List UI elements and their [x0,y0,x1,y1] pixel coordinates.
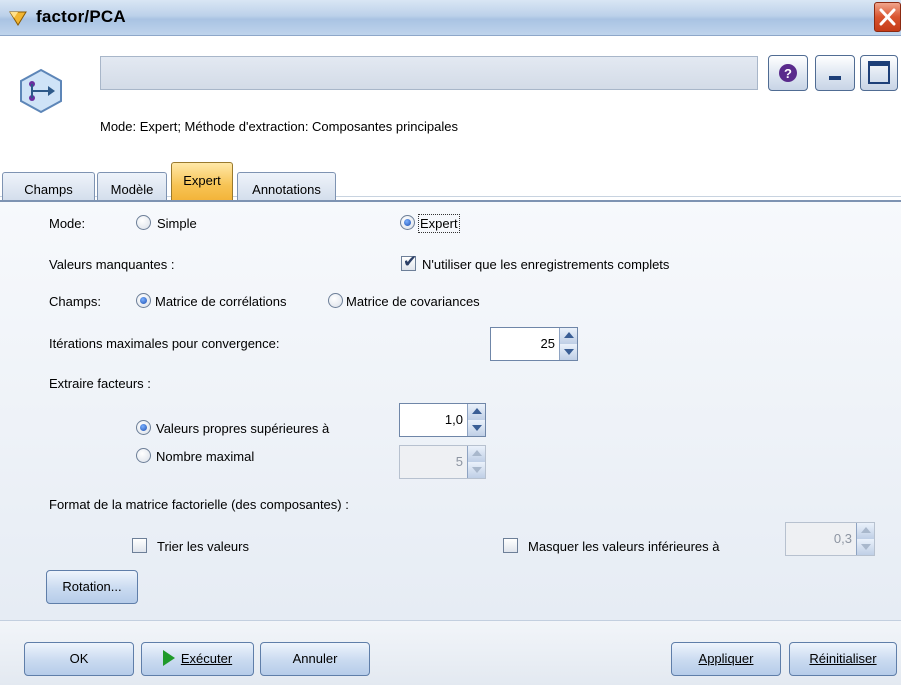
max-iterations-label: Itérations maximales pour convergence: [49,336,280,351]
close-icon [879,8,896,26]
extract-factors-label: Extraire facteurs : [49,376,151,391]
execute-button[interactable]: Exécuter [141,642,254,676]
max-number-label: Nombre maximal [156,449,255,464]
eigenvalues-spinner[interactable]: 1,0 [399,403,486,437]
run-icon [162,650,175,666]
minimize-button[interactable] [815,55,855,91]
node-summary: Mode: Expert; Méthode d'extraction: Comp… [100,119,459,134]
spin-down-icon [467,462,485,478]
tab-champs[interactable]: Champs [2,172,95,200]
node-name-input[interactable] [100,56,758,90]
complete-records-checkbox[interactable]: ✔ [401,252,418,271]
max-iterations-spinner[interactable]: 25 [490,327,578,361]
max-iterations-value: 25 [540,336,555,351]
complete-records-label: N'utiliser que les enregistrements compl… [422,257,670,272]
hide-values-label: Masquer les valeurs inférieures à [528,539,720,554]
help-button[interactable]: ? [768,55,808,91]
spin-up-icon [467,446,485,462]
expert-panel: Mode: Simple Expert Valeurs manquantes :… [0,200,901,620]
ok-button[interactable]: OK [24,642,134,676]
sort-values-label: Trier les valeurs [157,539,249,554]
close-button[interactable] [874,2,901,32]
reset-button[interactable]: Réinitialiser [789,642,897,676]
sort-values-checkbox[interactable] [132,538,147,553]
mode-label: Mode: [49,216,86,231]
cov-matrix-label: Matrice de covariances [346,294,480,309]
cancel-button[interactable]: Annuler [260,642,370,676]
apply-button[interactable]: Appliquer [671,642,781,676]
hide-threshold-value: 0,3 [833,531,852,546]
window-title: factor/PCA [36,7,126,26]
spin-up-icon[interactable] [559,328,577,344]
button-bar: OK Exécuter Annuler Appliquer Réinitiali… [0,620,901,685]
tab-annotations[interactable]: Annotations [237,172,336,200]
svg-text:?: ? [784,66,792,81]
node-icon [20,68,62,114]
spin-up-icon[interactable] [467,404,485,420]
eigenvalues-radio[interactable] [136,420,151,435]
mode-expert-radio[interactable] [400,215,415,230]
rotation-button[interactable]: Rotation... [46,570,138,604]
tab-modele[interactable]: Modèle [97,172,167,200]
mode-expert-label: Expert [418,214,460,233]
minimize-icon [829,76,841,80]
maximize-icon [868,61,890,84]
eigenvalues-label: Valeurs propres supérieures à [156,421,330,436]
checkmark-icon: ✔ [403,252,418,271]
help-icon: ? [779,64,797,82]
execute-label: Exécuter [180,651,233,666]
app-icon [9,11,27,26]
maximize-button[interactable] [860,55,898,91]
fields-label: Champs: [49,294,102,309]
tab-expert[interactable]: Expert [171,162,233,200]
hide-values-checkbox[interactable] [503,538,518,553]
missing-values-label: Valeurs manquantes : [49,257,175,272]
corr-matrix-label: Matrice de corrélations [155,294,287,309]
spin-down-icon [856,539,874,555]
cov-matrix-radio[interactable] [328,293,343,308]
spin-down-icon[interactable] [467,420,485,436]
eigenvalues-value: 1,0 [444,412,463,427]
spin-down-icon[interactable] [559,344,577,360]
mode-simple-radio[interactable] [136,215,151,230]
matrix-format-label: Format de la matrice factorielle (des co… [49,497,349,512]
max-number-spinner: 5 [399,445,486,479]
max-number-radio[interactable] [136,448,151,463]
hide-threshold-spinner: 0,3 [785,522,875,556]
max-number-value: 5 [455,454,463,469]
spin-up-icon [856,523,874,539]
tab-strip: Champs Modèle Expert Annotations [0,160,901,200]
corr-matrix-radio[interactable] [136,293,151,308]
mode-simple-label: Simple [157,216,197,231]
title-bar: factor/PCA [0,0,901,36]
